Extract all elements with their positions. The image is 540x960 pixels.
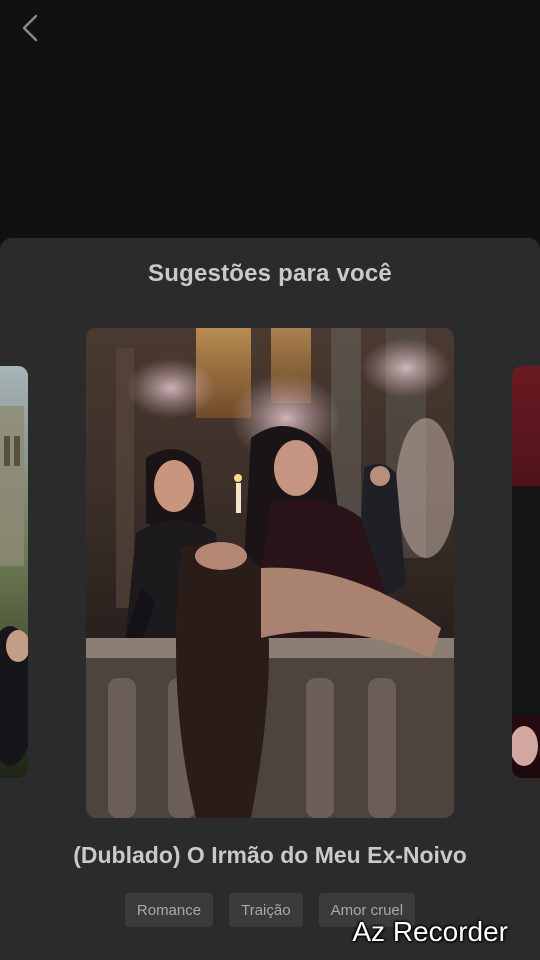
- featured-drama-card[interactable]: [86, 328, 454, 818]
- featured-drama-title[interactable]: (Dublado) O Irmão do Meu Ex-Noivo: [0, 842, 540, 869]
- next-drama-card[interactable]: [512, 366, 540, 778]
- suggestions-sheet: Sugestões para você (Dublado) O Irmão do…: [0, 238, 540, 960]
- sheet-title: Sugestões para você: [148, 260, 392, 287]
- featured-drama-poster: [86, 328, 454, 818]
- chevron-left-icon: [22, 14, 38, 42]
- previous-drama-poster: [0, 366, 28, 778]
- next-drama-poster: [512, 366, 540, 778]
- tag-traicao[interactable]: Traição: [229, 893, 303, 927]
- tag-romance[interactable]: Romance: [124, 893, 214, 927]
- suggestions-carousel[interactable]: [0, 328, 540, 818]
- recorder-watermark: Az Recorder: [352, 916, 508, 947]
- previous-drama-card[interactable]: [0, 366, 28, 778]
- app-screen: Sugestões para você (Dublado) O Irmão do…: [0, 0, 540, 960]
- back-button[interactable]: [14, 10, 46, 46]
